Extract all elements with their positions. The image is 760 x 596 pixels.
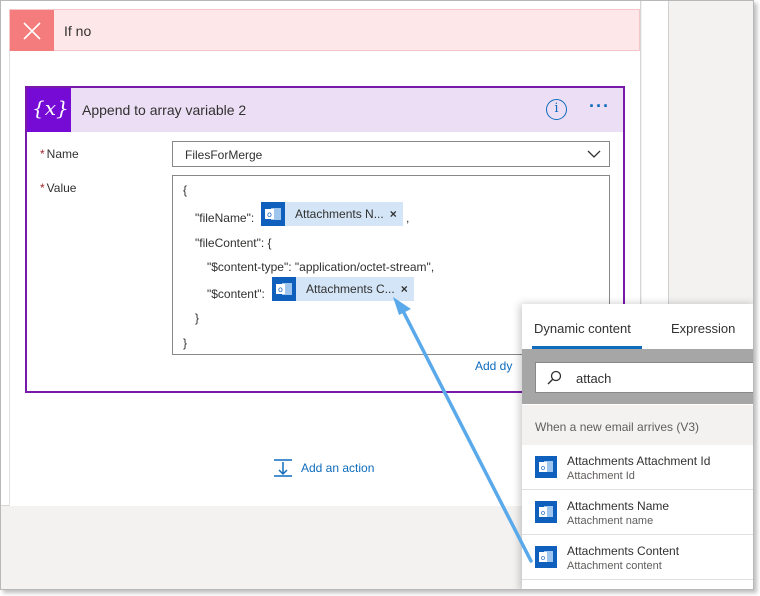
panel-tabs: Dynamic content Expression bbox=[522, 304, 753, 349]
inner-close-brace: } bbox=[195, 311, 200, 325]
list-item[interactable]: o Attachments Content Attachment content bbox=[522, 535, 753, 580]
value-label: * Value bbox=[40, 181, 76, 195]
action-title: Append to array variable 2 bbox=[82, 102, 247, 118]
value-label-text: Value bbox=[46, 181, 77, 195]
item-subtitle: Attachment content bbox=[567, 560, 662, 572]
info-icon[interactable]: i bbox=[546, 99, 567, 120]
required-mark: * bbox=[40, 147, 45, 161]
variable-name-dropdown[interactable]: FilesForMerge bbox=[172, 141, 610, 167]
open-brace: { bbox=[183, 183, 188, 197]
outlook-icon: o bbox=[535, 456, 557, 478]
tab-expression[interactable]: Expression bbox=[671, 321, 735, 336]
more-options-button[interactable]: ··· bbox=[589, 96, 615, 120]
remove-token-icon[interactable]: × bbox=[401, 282, 414, 296]
if-no-title: If no bbox=[64, 23, 92, 39]
attachments-content-token[interactable]: o Attachments C... × bbox=[272, 277, 414, 301]
if-no-branch-header[interactable]: If no bbox=[9, 9, 640, 52]
name-label: * Name bbox=[40, 147, 79, 161]
item-subtitle: Attachment name bbox=[567, 515, 654, 527]
remove-token-icon[interactable]: × bbox=[390, 207, 403, 221]
svg-text:o: o bbox=[541, 464, 545, 472]
flow-designer-window: If no {x} Append to array variable 2 i ·… bbox=[0, 0, 754, 590]
filename-comma: , bbox=[406, 211, 410, 225]
name-label-text: Name bbox=[46, 147, 79, 161]
svg-text:o: o bbox=[278, 285, 283, 294]
add-an-action-label: Add an action bbox=[301, 461, 375, 475]
variable-icon-text: {x} bbox=[32, 96, 69, 120]
token-label: Attachments N... bbox=[295, 207, 384, 221]
filecontent-key: "fileContent": { bbox=[195, 236, 272, 250]
svg-text:o: o bbox=[541, 509, 545, 517]
add-action-icon bbox=[274, 459, 292, 477]
tab-dynamic-content[interactable]: Dynamic content bbox=[534, 321, 631, 336]
svg-text:o: o bbox=[267, 210, 272, 219]
variable-name-value: FilesForMerge bbox=[185, 148, 263, 162]
item-subtitle: Attachment Id bbox=[567, 470, 635, 482]
item-title: Attachments Attachment Id bbox=[567, 454, 711, 468]
svg-text:o: o bbox=[541, 554, 545, 562]
outer-close-brace: } bbox=[183, 336, 188, 350]
action-card-header[interactable]: {x} Append to array variable 2 i ··· bbox=[27, 88, 623, 132]
item-title: Attachments Content bbox=[567, 544, 680, 558]
token-label: Attachments C... bbox=[306, 282, 395, 296]
attachments-name-token[interactable]: o Attachments N... × bbox=[261, 202, 403, 226]
search-zone: attach bbox=[522, 349, 753, 404]
outlook-icon: o bbox=[535, 501, 557, 523]
required-mark: * bbox=[40, 181, 45, 195]
content-key: "$content": bbox=[207, 287, 265, 301]
chevron-down-icon bbox=[587, 150, 601, 158]
section-title: When a new email arrives (V3) bbox=[535, 420, 700, 434]
filename-key: "fileName": bbox=[195, 211, 255, 225]
outlook-icon: o bbox=[261, 202, 285, 226]
trigger-section-header[interactable]: When a new email arrives (V3) bbox=[522, 405, 753, 445]
search-input[interactable]: attach bbox=[535, 362, 753, 393]
content-type-line: "$content-type": "application/octet-stre… bbox=[207, 260, 435, 274]
list-item[interactable]: o Attachments Name Attachment name bbox=[522, 490, 753, 535]
dynamic-content-panel: Dynamic content Expression attach When a… bbox=[522, 304, 753, 589]
outlook-icon: o bbox=[272, 277, 296, 301]
outlook-icon: o bbox=[535, 546, 557, 568]
search-value: attach bbox=[576, 371, 612, 386]
add-dynamic-content-link[interactable]: Add dy bbox=[475, 359, 512, 373]
close-icon bbox=[10, 10, 54, 52]
add-an-action-button[interactable]: Add an action bbox=[273, 458, 374, 478]
variable-icon: {x} bbox=[27, 88, 71, 132]
search-icon bbox=[547, 370, 562, 385]
list-item[interactable]: o Attachments Attachment Id Attachment I… bbox=[522, 445, 753, 490]
item-title: Attachments Name bbox=[567, 499, 670, 513]
